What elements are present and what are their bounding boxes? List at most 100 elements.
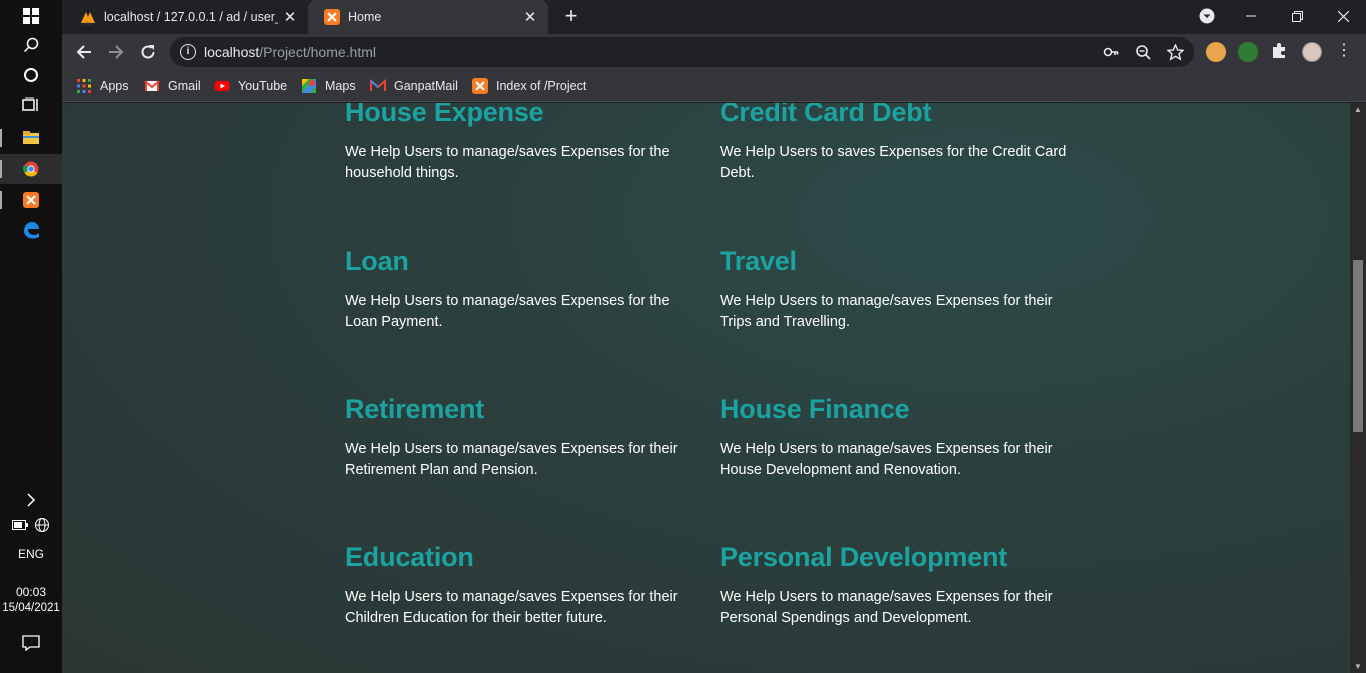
- service-loan: Loan We Help Users to manage/saves Expen…: [345, 246, 705, 333]
- profile-avatar[interactable]: [1302, 42, 1322, 62]
- minimize-button[interactable]: [1228, 0, 1274, 32]
- service-travel: Travel We Help Users to manage/saves Exp…: [720, 246, 1080, 333]
- bookmark-maps[interactable]: Maps: [301, 76, 356, 96]
- clock-date[interactable]: 15/04/2021: [0, 602, 62, 614]
- page-viewport: House Expense We Help Users to manage/sa…: [62, 103, 1366, 673]
- extension-globe-icon[interactable]: [1238, 42, 1258, 62]
- cortana-icon: [24, 68, 38, 82]
- bookmark-label: Gmail: [168, 79, 201, 93]
- maps-icon: [302, 79, 316, 93]
- chrome-icon: [23, 161, 39, 177]
- tab-title: Home: [348, 10, 382, 24]
- tab-phpmyadmin[interactable]: php localhost / 127.0.0.1 / ad / user_lo…: [64, 0, 308, 34]
- service-title: Loan: [345, 246, 409, 276]
- service-title: Travel: [720, 246, 797, 276]
- bookmark-label: Index of /Project: [496, 79, 587, 93]
- chrome-taskbar-button[interactable]: [0, 154, 62, 184]
- arrow-right-icon: [109, 45, 124, 59]
- tab-close-icon[interactable]: ✕: [278, 8, 302, 26]
- service-house-finance: House Finance We Help Users to manage/sa…: [720, 394, 1080, 481]
- scroll-up-arrow-icon[interactable]: ▲: [1350, 105, 1366, 114]
- zoom-out-icon[interactable]: [1134, 44, 1152, 62]
- xampp-icon: [23, 192, 39, 208]
- service-description: We Help Users to manage/saves Expenses f…: [345, 144, 670, 181]
- gmail-m-icon: [370, 78, 386, 91]
- system-tray-icons[interactable]: [0, 510, 62, 540]
- task-view-button[interactable]: [0, 90, 62, 120]
- service-title: House Expense: [345, 103, 544, 127]
- bookmark-label: GanpatMail: [394, 79, 458, 93]
- language-indicator[interactable]: ENG: [0, 547, 62, 561]
- service-credit-card-debt: Credit Card Debt We Help Users to saves …: [720, 103, 1080, 184]
- bookmark-label: Apps: [100, 79, 129, 93]
- tab-close-icon[interactable]: ✕: [518, 8, 542, 26]
- service-title: Personal Development: [720, 542, 1008, 572]
- close-icon: [1337, 10, 1349, 22]
- xampp-favicon-icon: [324, 9, 340, 25]
- key-icon[interactable]: [1102, 44, 1120, 62]
- service-description: We Help Users to manage/saves Expenses f…: [720, 441, 1053, 478]
- extensions-puzzle-icon[interactable]: [1270, 42, 1290, 62]
- service-title: Retirement: [345, 394, 485, 424]
- extension-owl-icon[interactable]: [1206, 42, 1226, 62]
- close-window-button[interactable]: [1320, 0, 1366, 32]
- bookmark-ganpatmail[interactable]: GanpatMail: [370, 76, 458, 96]
- scrollbar-thumb[interactable]: [1353, 260, 1363, 432]
- reload-button[interactable]: [134, 38, 162, 66]
- page-scrollbar[interactable]: ▲ ▼: [1350, 103, 1366, 673]
- forward-button[interactable]: [102, 38, 130, 66]
- service-description: We Help Users to saves Expenses for the …: [720, 144, 1067, 181]
- youtube-icon: [214, 81, 230, 91]
- service-house-expense: House Expense We Help Users to manage/sa…: [345, 103, 705, 184]
- edge-taskbar-button[interactable]: [0, 215, 62, 245]
- bookmark-label: YouTube: [238, 79, 288, 93]
- xampp-taskbar-button[interactable]: [0, 185, 62, 215]
- svg-text:php: php: [84, 21, 92, 26]
- bookmark-gmail[interactable]: Gmail: [144, 76, 201, 96]
- cortana-button[interactable]: [0, 60, 62, 90]
- service-title: Credit Card Debt: [720, 103, 932, 127]
- battery-icon: [12, 520, 28, 530]
- xampp-icon: [472, 78, 488, 94]
- gmail-icon: [144, 80, 160, 91]
- windows-logo-icon: [23, 8, 39, 24]
- minimize-icon: [1246, 15, 1256, 17]
- restore-button[interactable]: [1274, 0, 1320, 32]
- file-explorer-button[interactable]: [0, 123, 62, 153]
- notification-icon: [22, 635, 40, 651]
- search-icon: [23, 37, 39, 53]
- service-personal-development: Personal Development We Help Users to ma…: [720, 542, 1080, 629]
- chevron-right-icon: [27, 493, 36, 507]
- service-description: We Help Users to manage/saves Expenses f…: [720, 293, 1053, 330]
- tab-title: localhost / 127.0.0.1 / ad / user_lo: [104, 10, 278, 24]
- bookmarks-bar: Apps Gmail YouTube Maps GanpatMail Index…: [62, 70, 1366, 102]
- network-globe-icon: [35, 518, 49, 532]
- service-description: We Help Users to manage/saves Expenses f…: [345, 441, 678, 478]
- browser-chrome: php localhost / 127.0.0.1 / ad / user_lo…: [62, 0, 1366, 102]
- bookmark-youtube[interactable]: YouTube: [214, 76, 287, 96]
- bookmark-star-icon[interactable]: [1165, 43, 1185, 62]
- scroll-down-arrow-icon[interactable]: ▼: [1350, 662, 1366, 671]
- folder-icon: [23, 131, 39, 144]
- restore-icon: [1291, 10, 1303, 22]
- more-menu-icon[interactable]: ⋮: [1334, 42, 1354, 62]
- clock-time[interactable]: 00:03: [0, 585, 62, 599]
- search-button[interactable]: [0, 30, 62, 60]
- reload-icon: [141, 45, 155, 59]
- bookmark-apps[interactable]: Apps: [76, 76, 129, 96]
- bookmark-index-project[interactable]: Index of /Project: [472, 76, 586, 96]
- start-button[interactable]: [0, 1, 62, 31]
- browser-toolbar: i localhost/Project/home.html ⋮: [62, 34, 1366, 70]
- action-center-button[interactable]: [0, 628, 62, 658]
- new-tab-button[interactable]: +: [558, 4, 584, 30]
- service-description: We Help Users to manage/saves Expenses f…: [345, 293, 670, 330]
- url-text[interactable]: localhost/Project/home.html: [204, 44, 376, 60]
- back-button[interactable]: [70, 38, 98, 66]
- plus-icon: +: [564, 3, 578, 28]
- tab-strip: php localhost / 127.0.0.1 / ad / user_lo…: [62, 0, 1366, 34]
- tab-search-button[interactable]: [1184, 0, 1230, 32]
- address-bar[interactable]: i localhost/Project/home.html: [170, 37, 1194, 67]
- apps-grid-icon: [77, 79, 91, 93]
- site-info-icon[interactable]: i: [180, 44, 196, 60]
- tab-home[interactable]: Home ✕: [308, 0, 548, 34]
